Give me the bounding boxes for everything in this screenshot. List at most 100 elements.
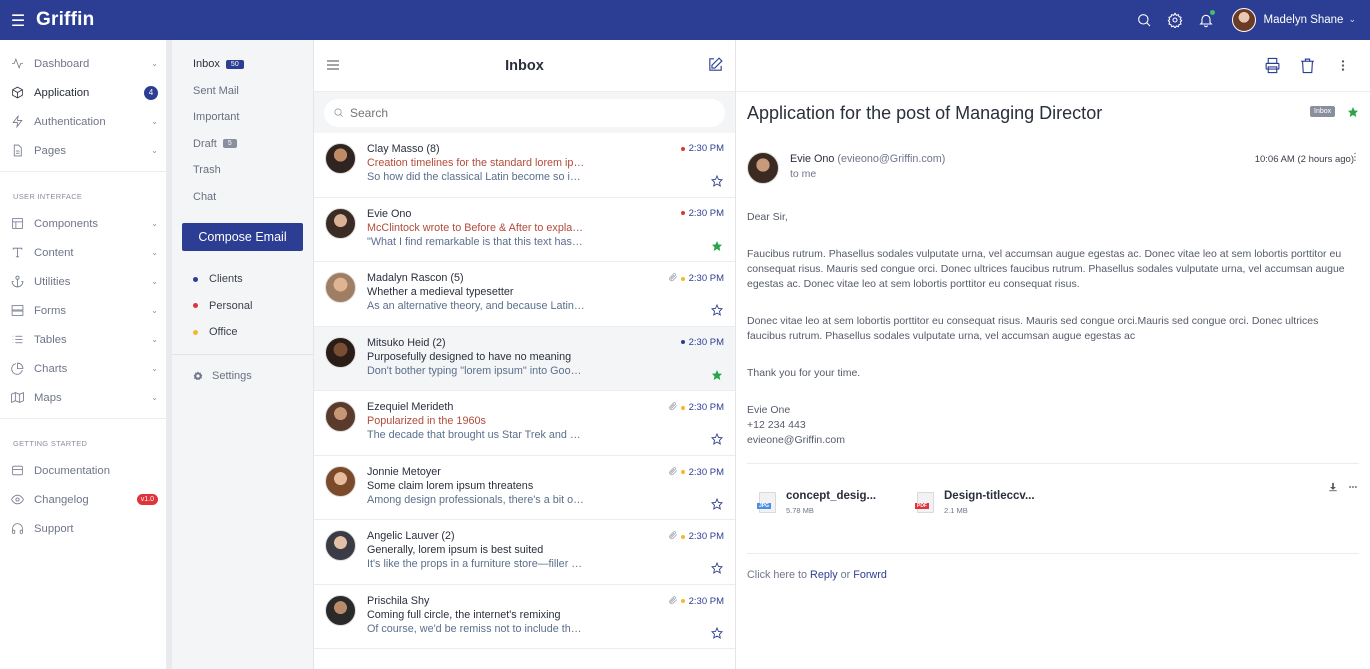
folder-label: Sent Mail bbox=[193, 84, 239, 97]
star-outline-icon[interactable] bbox=[710, 174, 724, 187]
message-summary: Angelic Lauver (2) Generally, lorem ipsum… bbox=[367, 530, 585, 584]
attachment-item[interactable]: JPG concept_desig... 5.78 MB bbox=[757, 490, 876, 515]
sidebar-item-content[interactable]: Content ⌄ bbox=[0, 238, 166, 267]
message-row[interactable]: Jonnie Metoyer Some claim lorem ipsum thr… bbox=[314, 456, 735, 520]
label-dot bbox=[680, 405, 685, 410]
sidebar-item-forms[interactable]: Forms ⌄ bbox=[0, 296, 166, 325]
folder-draft[interactable]: Draft 5 bbox=[172, 131, 313, 158]
bell-icon[interactable] bbox=[1191, 9, 1222, 28]
label-clients[interactable]: Clients bbox=[172, 266, 313, 293]
more-vertical-icon[interactable] bbox=[1325, 57, 1360, 74]
message-row[interactable]: Evie Ono McClintock wrote to Before & Aft… bbox=[314, 198, 735, 262]
hamburger-menu-icon[interactable]: ☰ bbox=[0, 11, 36, 30]
star-outline-icon[interactable] bbox=[710, 497, 724, 510]
message-preview: It's like the props in a furniture store… bbox=[367, 558, 585, 570]
chevron-down-icon[interactable]: ⌄ bbox=[1348, 15, 1356, 25]
message-row[interactable]: Ezequiel Merideth Popularized in the 1960… bbox=[314, 391, 735, 456]
label-dot bbox=[680, 211, 685, 215]
jpg-file-icon: JPG bbox=[757, 492, 776, 513]
top-bar: ☰ Griffin Madelyn Shane ⌄ bbox=[0, 0, 1370, 40]
sidebar-item-dashboard[interactable]: Dashboard ⌄ bbox=[0, 49, 166, 78]
message-meta: 2:30 PM bbox=[668, 272, 724, 285]
sidebar-item-tables[interactable]: Tables ⌄ bbox=[0, 325, 166, 354]
folder-label: Important bbox=[193, 111, 240, 124]
more-horizontal-icon[interactable] bbox=[1348, 482, 1358, 495]
sidebar-item-application[interactable]: Application 4 bbox=[0, 78, 166, 107]
sender-avatar bbox=[325, 207, 356, 239]
message-subject: Generally, lorem ipsum is best suited bbox=[367, 544, 544, 556]
sidebar-item-authentication[interactable]: Authentication ⌄ bbox=[0, 107, 166, 136]
sidebar-item-changelog[interactable]: Changelog v1.0 bbox=[0, 485, 166, 514]
user-name[interactable]: Madelyn Shane bbox=[1264, 14, 1344, 26]
message-summary: Ezequiel Merideth Popularized in the 1960… bbox=[367, 401, 585, 455]
folder-inbox[interactable]: Inbox 50 bbox=[172, 51, 313, 78]
printer-icon[interactable] bbox=[1255, 57, 1290, 74]
paperclip-icon bbox=[668, 272, 681, 285]
sender-avatar bbox=[325, 143, 356, 174]
message-sender: Clay Masso (8) bbox=[367, 143, 440, 155]
message-time: 2:30 PM bbox=[688, 143, 724, 154]
message-row[interactable]: Angelic Lauver (2) Generally, lorem ipsum… bbox=[314, 520, 735, 585]
sidebar-item-maps[interactable]: Maps ⌄ bbox=[0, 383, 166, 412]
label-office[interactable]: Office bbox=[172, 319, 313, 346]
sidebar-item-support[interactable]: Support bbox=[0, 514, 166, 543]
star-filled-icon[interactable] bbox=[711, 369, 723, 381]
sidebar-item-documentation[interactable]: Documentation bbox=[0, 456, 166, 485]
star-filled-icon[interactable] bbox=[711, 240, 723, 252]
label-personal[interactable]: Personal bbox=[172, 293, 313, 320]
user-avatar[interactable] bbox=[1231, 8, 1256, 32]
message-preview: Of course, we'd be remiss not to include… bbox=[367, 622, 585, 635]
sidebar-item-components[interactable]: Components ⌄ bbox=[0, 209, 166, 238]
gear-icon[interactable] bbox=[1160, 12, 1191, 28]
folder-sent-mail[interactable]: Sent Mail bbox=[172, 78, 313, 105]
star-outline-icon[interactable] bbox=[710, 432, 724, 445]
list-icon bbox=[12, 335, 23, 344]
count-badge: 5 bbox=[222, 139, 237, 149]
chevron-down-icon: ⌄ bbox=[151, 248, 158, 257]
message-more-icon[interactable]: ⋮ bbox=[1350, 152, 1360, 163]
mail-settings-link[interactable]: Settings bbox=[172, 355, 313, 397]
message-row[interactable]: Mitsuko Heid (2) Purposefully designed to… bbox=[314, 326, 735, 391]
search-box[interactable] bbox=[324, 98, 725, 127]
sidebar-item-utilities[interactable]: Utilities ⌄ bbox=[0, 267, 166, 296]
attachment-size: 2.1 MB bbox=[944, 506, 968, 515]
divider bbox=[747, 463, 1359, 464]
reply-or: or bbox=[840, 569, 851, 581]
message-preview: The decade that brought us Star Trek and… bbox=[367, 429, 585, 441]
forward-link[interactable]: Forwrd bbox=[853, 569, 887, 581]
server-icon bbox=[11, 305, 24, 316]
sidebar-item-label: Maps bbox=[34, 391, 62, 404]
sidebar-item-charts[interactable]: Charts ⌄ bbox=[0, 354, 166, 383]
star-outline-icon[interactable] bbox=[710, 561, 724, 574]
reply-link[interactable]: Reply bbox=[810, 569, 838, 581]
message-subject: Some claim lorem ipsum threatens bbox=[367, 479, 534, 492]
brand-logo[interactable]: Griffin bbox=[36, 9, 94, 31]
folder-important[interactable]: Important bbox=[172, 104, 313, 131]
message-sender: Ezequiel Merideth bbox=[367, 401, 454, 413]
signature: Evie One +12 234 443 evieone@Griffin.com bbox=[747, 403, 1359, 448]
sidebar-item-pages[interactable]: Pages ⌄ bbox=[0, 136, 166, 165]
folder-label: Chat bbox=[193, 190, 217, 203]
section-heading-user-interface: USER INTERFACE bbox=[0, 171, 166, 209]
compose-email-button[interactable]: Compose Email bbox=[182, 223, 303, 251]
star-filled-icon[interactable] bbox=[1347, 106, 1359, 121]
reply-prompt: Click here to Reply or Forwrd bbox=[747, 569, 887, 581]
list-menu-icon[interactable] bbox=[325, 57, 341, 76]
count-badge: 50 bbox=[225, 59, 244, 69]
search-icon[interactable] bbox=[1129, 12, 1160, 28]
star-outline-icon[interactable] bbox=[710, 303, 724, 316]
attachment-tools bbox=[1328, 482, 1358, 495]
chevron-down-icon: ⌄ bbox=[151, 277, 158, 286]
message-row[interactable]: Prischila Shy Coming full circle, the int… bbox=[314, 585, 735, 649]
chevron-down-icon: ⌄ bbox=[151, 117, 158, 126]
message-row[interactable]: Clay Masso (8) Creation timelines for the… bbox=[314, 133, 735, 198]
folder-trash[interactable]: Trash bbox=[172, 157, 313, 184]
search-input[interactable] bbox=[350, 105, 710, 120]
attachment-item[interactable]: PDF Design-titleccv... 2.1 MB bbox=[915, 490, 1035, 515]
star-outline-icon[interactable] bbox=[710, 626, 724, 639]
trash-icon[interactable] bbox=[1290, 57, 1325, 74]
message-row[interactable]: Madalyn Rascon (5) Whether a medieval typ… bbox=[314, 262, 735, 327]
compose-edit-icon[interactable] bbox=[707, 56, 724, 76]
folder-chat[interactable]: Chat bbox=[172, 184, 313, 211]
download-icon[interactable] bbox=[1328, 482, 1338, 495]
